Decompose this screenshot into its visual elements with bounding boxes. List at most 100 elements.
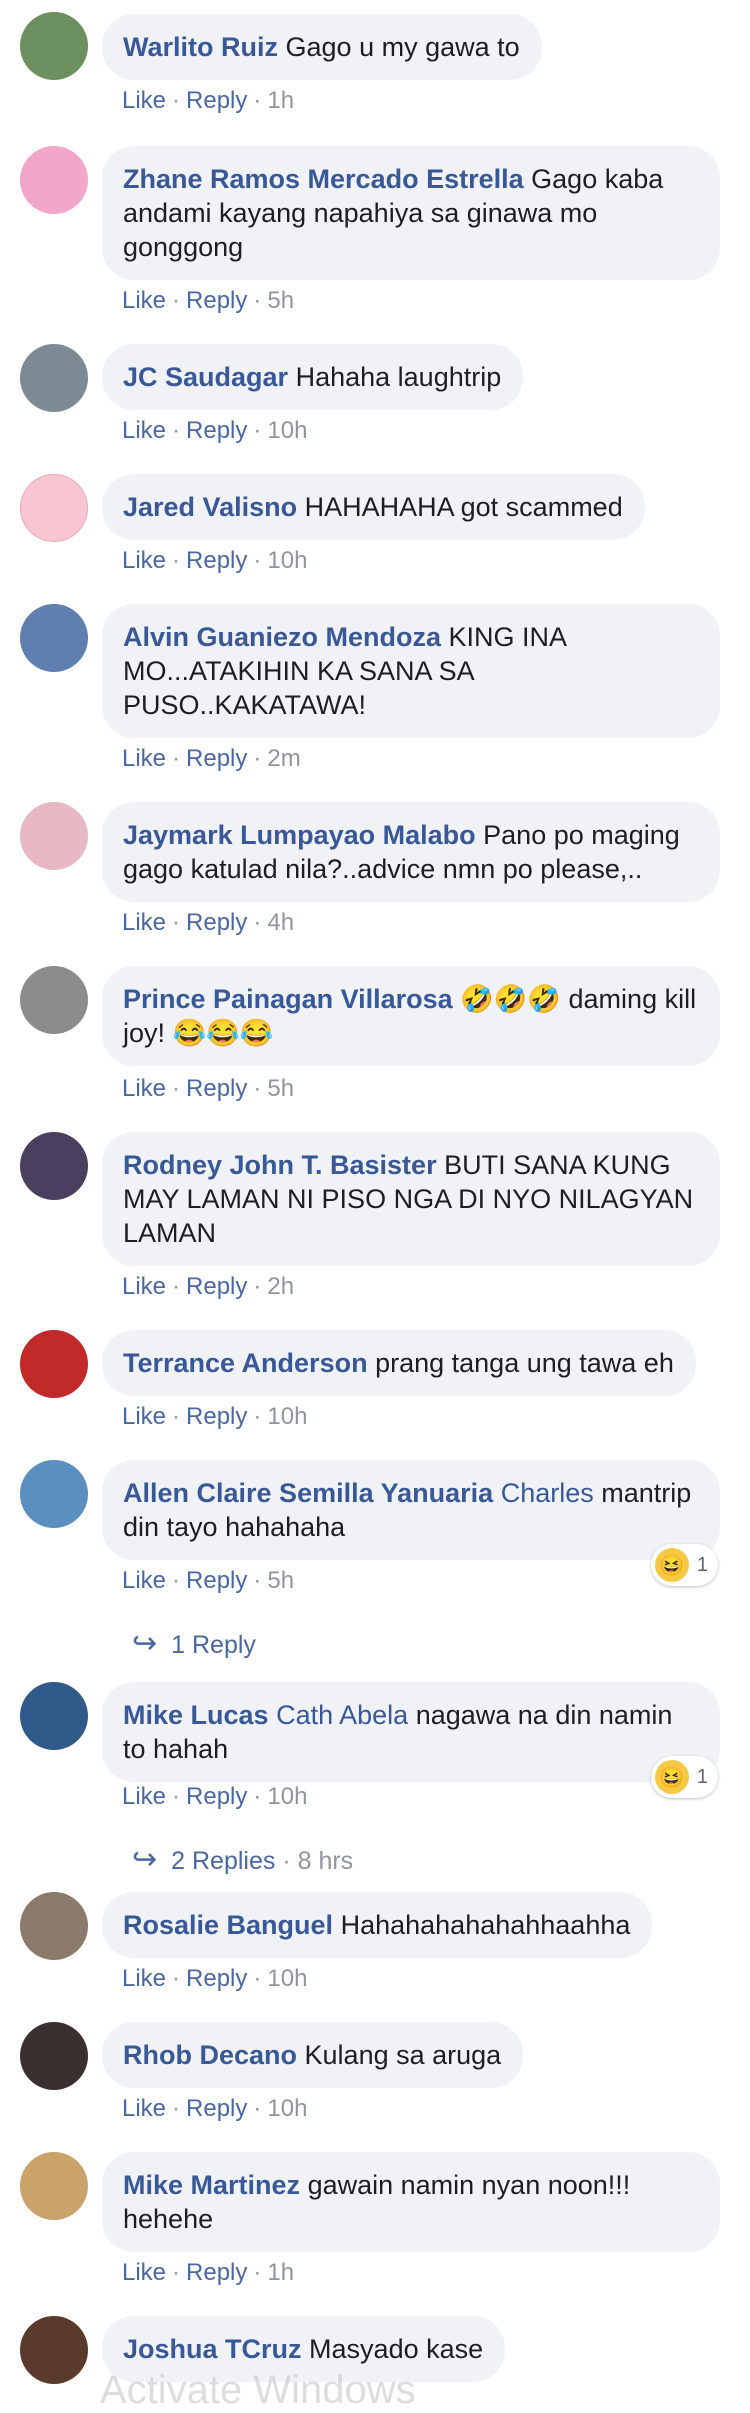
like-link[interactable]: Like [122,2095,166,2122]
reply-link[interactable]: Reply [186,909,247,936]
comment-author[interactable]: Joshua TCruz [123,2334,302,2364]
avatar[interactable] [20,146,88,214]
reply-link[interactable]: Reply [186,2095,247,2122]
comment-time[interactable]: 5h [267,1075,294,1102]
comment-bubble: Alvin Guaniezo Mendoza KING INA MO...ATA… [102,604,720,738]
separator: · [172,547,181,574]
reply-link[interactable]: Reply [186,547,247,574]
comment-author[interactable]: Rhob Decano [123,2040,297,2070]
avatar[interactable] [20,1892,88,1960]
like-link[interactable]: Like [122,1965,166,1992]
like-link[interactable]: Like [122,287,166,314]
avatar[interactable] [20,474,88,542]
view-replies-link[interactable]: ↪ 2 Replies · 8 hrs [132,1842,353,1877]
reply-link[interactable]: Reply [186,1403,247,1430]
reply-link[interactable]: Reply [186,417,247,444]
comment-bubble: JC Saudagar Hahaha laughtrip [102,344,524,410]
avatar[interactable] [20,2152,88,2220]
like-link[interactable]: Like [122,547,166,574]
comment-author[interactable]: Mike Lucas [123,1700,269,1730]
reaction-badge[interactable]: 😆 1 [650,1756,718,1798]
avatar[interactable] [20,12,88,80]
separator: · [172,1403,181,1430]
like-link[interactable]: Like [122,1273,166,1300]
avatar[interactable] [20,1132,88,1200]
comment-time[interactable]: 1h [267,87,294,114]
comment-time[interactable]: 10h [267,417,307,444]
like-link[interactable]: Like [122,2259,166,2286]
like-link[interactable]: Like [122,87,166,114]
avatar[interactable] [20,1460,88,1528]
comment-time[interactable]: 5h [267,287,294,314]
comment-author[interactable]: Warlito Ruiz [123,32,278,62]
comment-time[interactable]: 4h [267,909,294,936]
comment-time[interactable]: 2h [267,1273,294,1300]
comment-author[interactable]: Rosalie Banguel [123,1910,333,1940]
comment-author[interactable]: Terrance Anderson [123,1348,368,1378]
reply-link[interactable]: Reply [186,1783,247,1810]
avatar[interactable] [20,2316,88,2384]
separator: · [172,1273,181,1300]
comment-mention[interactable]: Cath Abela [276,1700,408,1730]
comment-author[interactable]: Mike Martinez [123,2170,300,2200]
comment-bubble: Warlito Ruiz Gago u my gawa to [102,14,542,80]
avatar[interactable] [20,1330,88,1398]
reply-link[interactable]: Reply [186,745,247,772]
comment-time[interactable]: 1h [267,2259,294,2286]
separator: · [172,417,181,444]
comment-author[interactable]: Prince Painagan Villarosa [123,984,453,1014]
comment-time[interactable]: 2m [267,745,300,772]
like-link[interactable]: Like [122,909,166,936]
comment-time[interactable]: 10h [267,547,307,574]
separator: · [172,1567,181,1594]
comment-bubble: Jaymark Lumpayao Malabo Pano po maging g… [102,802,720,902]
reply-link[interactable]: Reply [186,1075,247,1102]
separator: · [172,2259,181,2286]
comment-author[interactable]: Jaymark Lumpayao Malabo [123,820,476,850]
comment-author[interactable]: Zhane Ramos Mercado Estrella [123,164,524,194]
separator: · [253,1783,262,1810]
reaction-badge[interactable]: 😆 1 [650,1544,718,1586]
comment-actions: Like · Reply · 4h [122,908,294,938]
like-link[interactable]: Like [122,1567,166,1594]
reply-link[interactable]: Reply [186,287,247,314]
comment-author[interactable]: Allen Claire Semilla Yanuaria [123,1478,493,1508]
comment-time[interactable]: 10h [267,1965,307,1992]
view-replies-link[interactable]: ↪ 1 Reply [132,1626,256,1661]
reply-link[interactable]: Reply [186,1965,247,1992]
like-link[interactable]: Like [122,745,166,772]
comment-author[interactable]: Alvin Guaniezo Mendoza [123,622,441,652]
comment-bubble: Zhane Ramos Mercado Estrella Gago kaba a… [102,146,720,280]
like-link[interactable]: Like [122,1783,166,1810]
comment-actions: Like · Reply · 1h [122,2258,294,2288]
comment-time[interactable]: 10h [267,1403,307,1430]
avatar[interactable] [20,802,88,870]
like-link[interactable]: Like [122,1075,166,1102]
avatar[interactable] [20,966,88,1034]
separator: · [253,547,262,574]
separator: · [253,1403,262,1430]
comment-bubble: Rodney John T. Basister BUTI SANA KUNG M… [102,1132,720,1266]
reply-link[interactable]: Reply [186,2259,247,2286]
like-link[interactable]: Like [122,1403,166,1430]
avatar[interactable] [20,604,88,672]
comment-time[interactable]: 5h [267,1567,294,1594]
comment-time[interactable]: 10h [267,1783,307,1810]
reply-link[interactable]: Reply [186,1273,247,1300]
separator: · [253,287,262,314]
avatar[interactable] [20,344,88,412]
avatar[interactable] [20,2022,88,2090]
comment-text: Gago u my gawa to [285,32,520,62]
comment-mention[interactable]: Charles [501,1478,594,1508]
comment-actions: Like · Reply · 10h [122,1402,307,1432]
reply-link[interactable]: Reply [186,87,247,114]
like-link[interactable]: Like [122,417,166,444]
comment-author[interactable]: JC Saudagar [123,362,288,392]
reply-link[interactable]: Reply [186,1567,247,1594]
comment-actions: Like · Reply · 5h [122,286,294,316]
comment-actions: Like · Reply · 10h [122,2094,307,2124]
avatar[interactable] [20,1682,88,1750]
comment-author[interactable]: Jared Valisno [123,492,297,522]
comment-author[interactable]: Rodney John T. Basister [123,1150,437,1180]
comment-time[interactable]: 10h [267,2095,307,2122]
